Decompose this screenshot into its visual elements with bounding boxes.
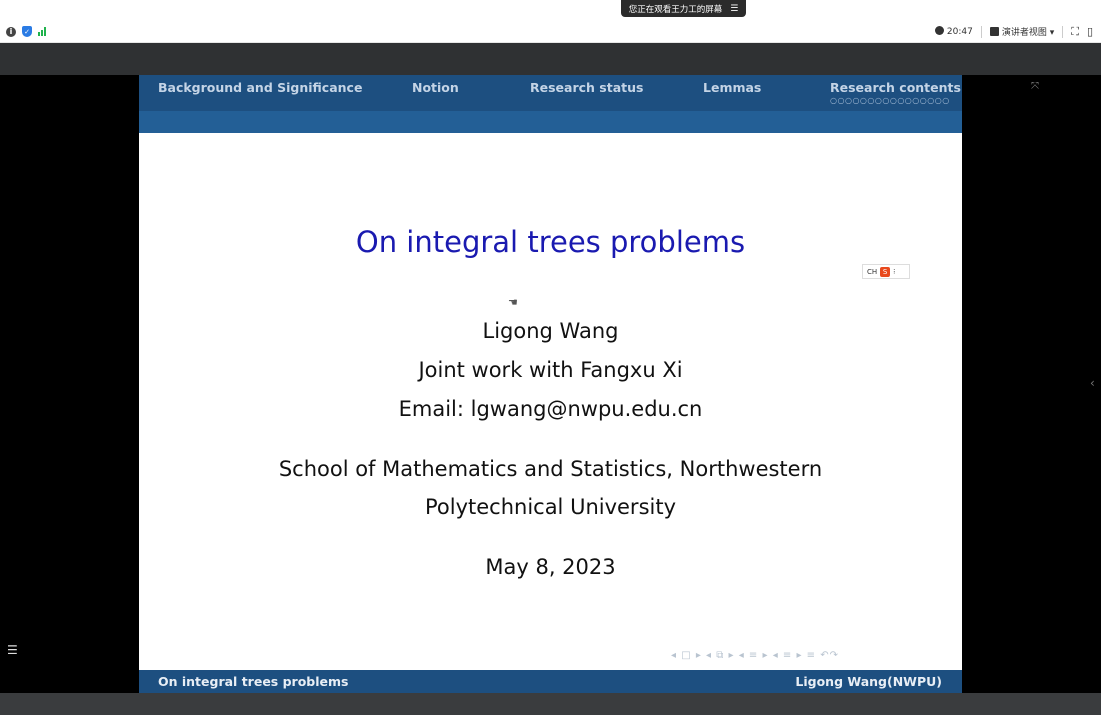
exit-fullscreen-icon[interactable]: ⤧ [1031,81,1039,92]
clock-icon [934,26,944,35]
nav-section-research-contents[interactable]: Research contents [830,80,961,95]
divider [1062,25,1064,38]
nav-section-lemmas[interactable]: Lemmas [703,80,761,95]
meeting-status-bar: i ✓ 20:47 演讲者视图 ▾ ⛶ ▯ [0,21,1101,43]
beamer-footer: On integral trees problems Ligong Wang(N… [139,670,962,693]
toolbar-band [0,43,1101,75]
presentation-date: May 8, 2023 [485,555,616,579]
beamer-subsection-bar [139,111,962,133]
author-email: Email: lgwang@nwpu.edu.cn [398,397,703,421]
meeting-clock: 20:47 [934,26,973,37]
screen-share-banner: 您正在观看王力工的屏幕 ☰ [621,0,746,17]
catalog-list-icon[interactable]: ☰ [7,643,18,657]
nav-section-notion[interactable]: Notion [412,80,459,95]
beamer-navigation-symbols[interactable]: ◂ □ ▸ ◂ ⧉ ▸ ◂ ≡ ▸ ◂ ≡ ▸ ≡ ↶↷ [671,650,839,661]
nav-progress-dots[interactable]: ○○○○○○○○○○○○○○○○ [830,96,950,105]
slide: Background and Significance Notion Resea… [139,75,962,693]
presenter-view-icon [989,27,999,36]
meeting-time: 20:47 [946,27,973,37]
share-banner-text: 您正在观看王力工的屏幕 [628,4,723,15]
side-panel-icon[interactable]: ▯ [1087,25,1093,38]
status-right-controls: 20:47 演讲者视图 ▾ ⛶ ▯ [934,25,1101,39]
menu-icon[interactable]: ☰ [730,4,738,14]
institute-line-1: School of Mathematics and Statistics, No… [278,457,823,481]
info-icon[interactable]: i [6,26,16,37]
bottom-band [0,693,1101,715]
slide-title: On integral trees problems [355,225,746,259]
beamer-navigation-bar: Background and Significance Notion Resea… [139,75,962,111]
nav-section-background[interactable]: Background and Significance [158,80,362,95]
presenter-view-label: 演讲者视图 ▾ [1001,28,1055,38]
nav-section-research-status[interactable]: Research status [530,80,643,95]
footer-author: Ligong Wang(NWPU) [795,674,942,689]
shield-icon[interactable]: ✓ [22,26,32,37]
joint-work: Joint work with Fangxu Xi [418,358,683,382]
sogou-ime-icon: S [880,266,891,277]
expand-panel-chevron-icon[interactable]: ‹ [1090,376,1095,390]
ime-language-label: CH [867,267,878,276]
institute-line-2: Polytechnical University [424,495,677,519]
status-left-icons: i ✓ [0,26,46,37]
signal-icon[interactable] [38,27,46,36]
ime-indicator[interactable]: CH S ⁝ [862,264,910,279]
hand-cursor-icon: ☚ [508,296,518,309]
fullscreen-icon[interactable]: ⛶ [1071,25,1079,39]
author-name: Ligong Wang [482,319,619,343]
divider [980,25,982,38]
footer-short-title: On integral trees problems [158,674,349,689]
presenter-view-button[interactable]: 演讲者视图 ▾ [989,25,1055,38]
ime-arrows-icon: ⁝ [893,267,896,276]
